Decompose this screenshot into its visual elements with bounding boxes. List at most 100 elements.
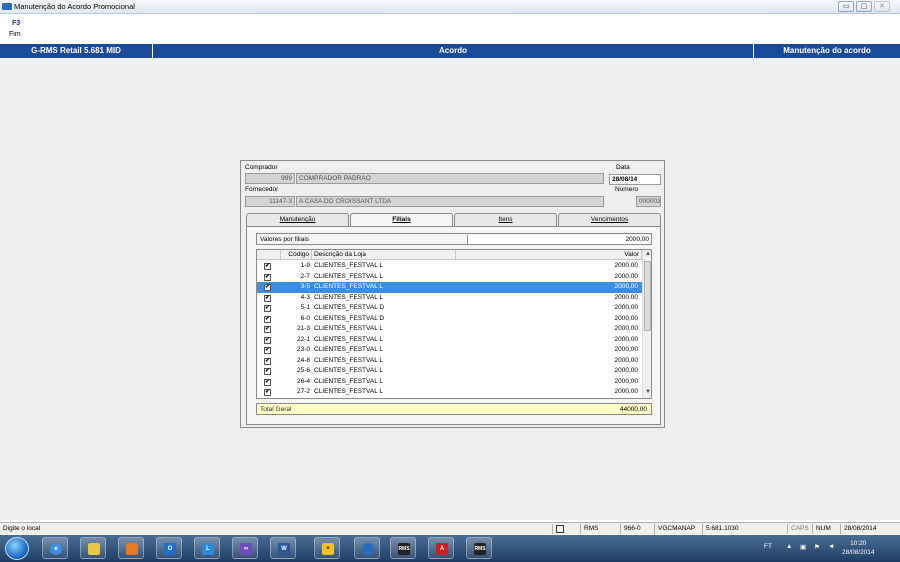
filiais-panel: Valores por filiais 2000,00 Código Descr… — [246, 226, 661, 425]
table-row[interactable]: ✔ 21-3 CLIENTES_FESTVAL L 2000,00 — [257, 324, 642, 335]
page-icon — [552, 524, 568, 534]
row-checkbox[interactable]: ✔ — [264, 263, 271, 270]
valor-cell: 2000,00 — [614, 356, 639, 364]
descricao-cell: CLIENTES_FESTVAL L — [314, 356, 383, 364]
valores-input[interactable]: 2000,00 — [467, 235, 651, 244]
table-row[interactable]: ✔ 2-7 CLIENTES_FESTVAL L 2000,00 — [257, 272, 642, 283]
valor-cell: 2000,00 — [614, 304, 639, 311]
row-checkbox[interactable]: ✔ — [264, 368, 271, 375]
tray-arrow-icon[interactable]: ▲ — [786, 543, 792, 550]
codigo-cell: 5-1 — [300, 304, 310, 311]
launcher-icon[interactable]: + — [314, 537, 340, 559]
table-row[interactable]: ✔ 24-8 CLIENTES_FESTVAL L 2000,00 — [257, 356, 642, 367]
total-label: Total Geral — [260, 406, 292, 413]
table-row[interactable]: ✔ 4-3 CLIENTES_FESTVAL L 2000,00 — [257, 293, 642, 304]
row-checkbox[interactable]: ✔ — [264, 284, 271, 291]
clock-date: 28/08/2014 — [842, 549, 875, 556]
outlook-icon[interactable]: O — [156, 537, 182, 559]
valor-cell: 2000,00 — [614, 314, 639, 322]
word-icon[interactable]: W — [270, 537, 296, 559]
codigo-cell: 26-4 — [296, 377, 310, 385]
codigo-cell: 1-9 — [300, 262, 310, 269]
valor-cell: 2000,00 — [614, 325, 639, 332]
scroll-down-icon[interactable]: ▼ — [645, 389, 651, 395]
row-checkbox[interactable]: ✔ — [264, 378, 271, 386]
flag-icon[interactable]: ⚑ — [814, 543, 820, 551]
row-checkbox[interactable]: ✔ — [264, 389, 271, 396]
tab-filiais[interactable]: Filiais — [350, 213, 453, 227]
f3-key-label: F3 — [12, 20, 21, 27]
comprador-name-field: COMPRADOR PADRAO — [296, 173, 604, 184]
start-button[interactable] — [5, 537, 29, 560]
window-titlebar: Manutenção do Acordo Promocional ▭ ▢ ✕ — [0, 0, 900, 14]
tab-manutencao[interactable]: Manutenção — [246, 213, 349, 226]
table-row[interactable]: ✔ 26-4 CLIENTES_FESTVAL L 2000,00 — [257, 377, 642, 388]
maximize-button[interactable]: ▢ — [856, 1, 872, 12]
row-checkbox[interactable]: ✔ — [264, 315, 271, 323]
fornecedor-code-field[interactable]: 11147-3 — [245, 196, 295, 207]
descricao-cell: CLIENTES_FESTVAL L — [314, 335, 383, 343]
row-checkbox[interactable]: ✔ — [264, 357, 271, 365]
descricao-cell: CLIENTES_FESTVAL L — [314, 346, 383, 353]
descricao-cell: CLIENTES_FESTVAL D — [314, 304, 385, 311]
media-player-icon[interactable] — [118, 537, 144, 559]
function-toolbar: F3 Fim — [0, 14, 900, 44]
codigo-cell: 23-0 — [296, 346, 310, 353]
col-codigo[interactable]: Código — [281, 250, 312, 260]
table-row[interactable]: ✔ 27-2 CLIENTES_FESTVAL L 2000,00 — [257, 387, 642, 398]
row-checkbox[interactable]: ✔ — [264, 347, 271, 354]
status-code: 966-0 — [620, 524, 650, 534]
descricao-cell: CLIENTES_FESTVAL L — [314, 283, 383, 290]
filiais-grid: Código Descrição da Loja Valor ✔ 1-9 CLIEN… — [256, 249, 652, 399]
explorer-icon[interactable] — [80, 537, 106, 559]
row-checkbox[interactable]: ✔ — [264, 305, 271, 312]
tab-itens[interactable]: Itens — [454, 213, 557, 226]
acordo-dialog: Comprador 999 COMPRADOR PADRAO Data 28/0… — [240, 160, 665, 428]
table-row[interactable]: ✔ 25-6 CLIENTES_FESTVAL L 2000,00 — [257, 366, 642, 377]
table-row[interactable]: ✔ 1-9 CLIENTES_FESTVAL L 2000,00 — [257, 261, 642, 272]
rms-app-icon-2[interactable]: RMS — [466, 537, 492, 559]
table-row[interactable]: ✔ 3-5 CLIENTES_FESTVAL L 2000,00 — [257, 282, 642, 293]
lync-icon[interactable]: L — [194, 537, 220, 559]
row-checkbox[interactable]: ✔ — [264, 294, 271, 302]
scroll-thumb[interactable] — [644, 261, 651, 331]
network-icon[interactable]: ▣ — [800, 543, 806, 551]
numero-field[interactable]: 00000330 — [636, 196, 661, 207]
total-geral-bar: Total Geral 44000,00 — [256, 403, 652, 415]
descricao-cell: CLIENTES_FESTVAL L — [314, 325, 383, 332]
codigo-cell: 3-5 — [300, 283, 310, 290]
descricao-cell: CLIENTES_FESTVAL L — [314, 262, 383, 269]
scroll-up-icon[interactable]: ▲ — [645, 251, 651, 257]
tray-ft[interactable]: FT — [764, 543, 772, 550]
table-row[interactable]: ✔ 6-0 CLIENTES_FESTVAL D 2000,00 — [257, 314, 642, 325]
data-field[interactable]: 28/08/14 — [609, 174, 661, 185]
row-checkbox[interactable]: ✔ — [264, 336, 271, 344]
close-button[interactable]: ✕ — [874, 1, 890, 12]
valor-cell: 2000,00 — [614, 335, 639, 343]
minimize-button[interactable]: ▭ — [838, 1, 854, 12]
rms-app-icon[interactable]: RMS — [390, 537, 416, 559]
row-checkbox[interactable]: ✔ — [264, 273, 271, 281]
codigo-cell: 4-3 — [300, 293, 310, 301]
status-bar: Digite o local RMS 966-0 VGCMANAP 5.681.… — [0, 522, 900, 534]
col-descricao[interactable]: Descrição da Loja — [312, 250, 456, 260]
table-row[interactable]: ✔ 23-0 CLIENTES_FESTVAL L 2000,00 — [257, 345, 642, 356]
citrix-icon[interactable] — [354, 537, 380, 559]
infopath-icon[interactable]: ∞ — [232, 537, 258, 559]
table-row[interactable]: ✔ 5-1 CLIENTES_FESTVAL D 2000,00 — [257, 303, 642, 314]
acrobat-icon[interactable]: A — [428, 537, 454, 559]
row-checkbox[interactable]: ✔ — [264, 326, 271, 333]
fim-label: Fim — [9, 31, 21, 38]
fornecedor-name-field: A CASA DO CROISSANT LTDA — [296, 196, 604, 207]
grid-scrollbar[interactable]: ▲ ▼ — [642, 250, 651, 398]
comprador-code-field[interactable]: 999 — [245, 173, 295, 184]
fim-button[interactable]: F3 Fim — [4, 16, 28, 42]
valores-por-filiais: Valores por filiais 2000,00 — [256, 233, 652, 245]
table-row[interactable]: ✔ 22-1 CLIENTES_FESTVAL L 2000,00 — [257, 335, 642, 346]
ie-icon[interactable]: e — [42, 537, 68, 559]
descricao-cell: CLIENTES_FESTVAL L — [314, 388, 383, 395]
col-valor[interactable]: Valor — [456, 250, 642, 260]
taskbar-clock[interactable]: 10:20 28/08/2014 — [842, 539, 875, 557]
volume-icon[interactable]: ◄ — [828, 543, 834, 550]
tab-vencimentos[interactable]: Vencimentos — [558, 213, 661, 226]
